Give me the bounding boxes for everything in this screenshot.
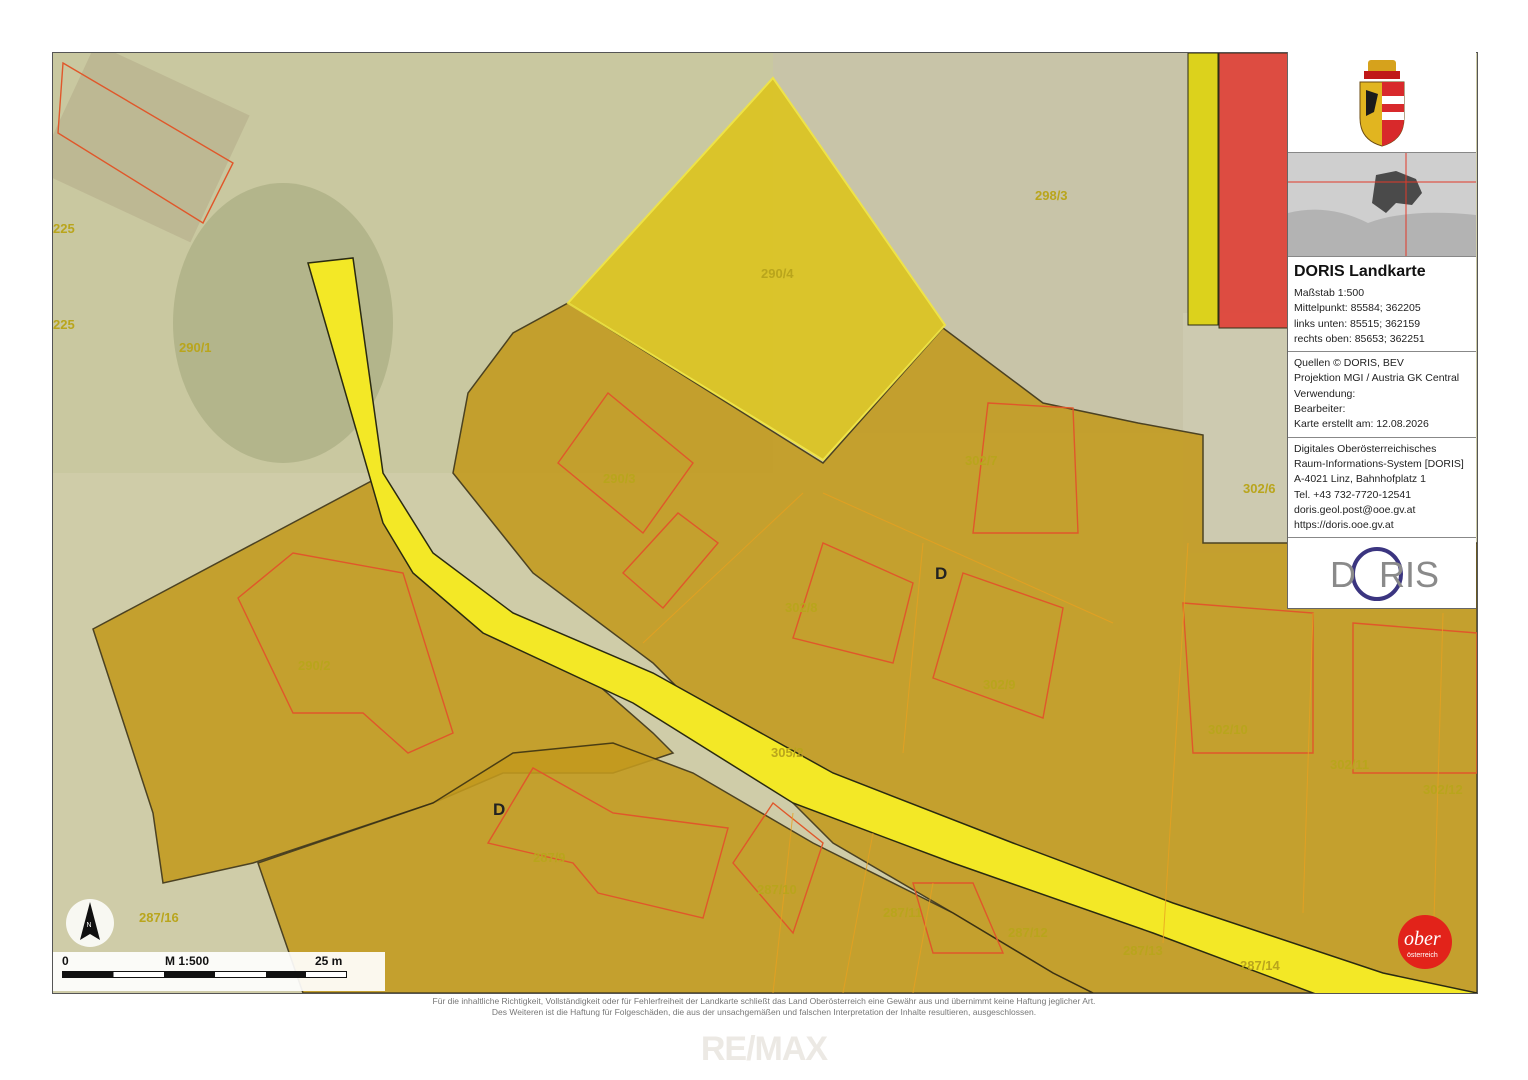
- disclaimer-line-2: Des Weiteren ist die Haftung für Folgesc…: [491, 1007, 1037, 1017]
- parcel-label: 302/10: [1208, 722, 1248, 737]
- parcel-label: 302/9: [983, 677, 1016, 692]
- bottom-left-info: links unten: 85515; 362159: [1294, 317, 1421, 330]
- parcel-label: 290/3: [603, 471, 636, 486]
- crest-section: [1288, 52, 1476, 153]
- sources-info: Quellen © DORIS, BEV: [1294, 357, 1404, 370]
- top-right-info: rechts oben: 85653; 362251: [1294, 332, 1425, 345]
- parcel-label: 225: [53, 221, 75, 236]
- usage-info: Verwendung:: [1294, 387, 1356, 400]
- scale-info: Maßstab 1:500: [1294, 287, 1365, 299]
- map-title: DORIS Landkarte: [1294, 263, 1426, 280]
- parcel-label: 225: [53, 317, 75, 332]
- parcel-label: 302/11: [1330, 757, 1369, 772]
- doris-logo-ris: RIS: [1379, 554, 1439, 595]
- projection-info: Projektion MGI / Austria GK Central: [1294, 372, 1460, 385]
- address-line: A-4021 Linz, Bahnhofplatz 1: [1294, 473, 1426, 486]
- disclaimer: Für die inhaltliche Richtigkeit, Vollstä…: [0, 996, 1528, 1018]
- parcel-label: 302/8: [785, 600, 818, 615]
- parcel-label: 302/12: [1423, 782, 1463, 797]
- parcel-label: 290/1: [179, 340, 212, 355]
- parcel-label: 287/12: [1008, 925, 1048, 940]
- doris-logo-d: D: [1330, 554, 1356, 595]
- parcel-label: 298/3: [1035, 188, 1068, 203]
- scale-ratio: M 1:500: [165, 954, 210, 968]
- parcel-label: 302/7: [965, 453, 998, 468]
- zone-d-label: D: [935, 564, 947, 583]
- scale-start: 0: [62, 954, 69, 968]
- center-info: Mittelpunkt: 85584; 362205: [1294, 302, 1421, 315]
- coat-of-arms-icon: [1359, 60, 1405, 147]
- map-frame[interactable]: 298/3 290/4 290/1 290/3 290/2 302/7 302/…: [52, 52, 1478, 994]
- scale-ruler: [62, 971, 347, 978]
- overview-map: [1288, 153, 1476, 257]
- yellow-strip: [1187, 53, 1219, 326]
- scale-bar: 0 M 1:500 25 m: [53, 952, 385, 991]
- parcel-label: 287/10: [757, 882, 797, 897]
- org-line-2: Raum-Informations-System [DORIS]: [1294, 457, 1464, 470]
- map-meta-section: DORIS Landkarte Maßstab 1:500 Mittelpunk…: [1288, 257, 1476, 353]
- created-info: Karte erstellt am: 12.08.2026: [1294, 418, 1429, 431]
- parcel-label: 287/11: [883, 905, 922, 920]
- ober-logo-line1: ober: [1404, 928, 1441, 950]
- parcel-label: 290/4: [761, 266, 794, 281]
- parcel-label: 287/13: [1123, 943, 1163, 958]
- info-panel: DORIS Landkarte Maßstab 1:500 Mittelpunk…: [1287, 52, 1476, 609]
- map-canvas[interactable]: 298/3 290/4 290/1 290/3 290/2 302/7 302/…: [53, 53, 1477, 993]
- north-arrow-icon: N: [66, 899, 114, 947]
- org-line-1: Digitales Oberösterreichisches: [1294, 442, 1437, 455]
- parcel-label: 287/16: [139, 910, 179, 925]
- phone-line: Tel. +43 732-7720-12541: [1294, 488, 1412, 501]
- doris-logo: D RIS: [1288, 538, 1476, 608]
- overview-map-graphic: [1288, 153, 1476, 256]
- disclaimer-line-1: Für die inhaltliche Richtigkeit, Vollstä…: [432, 996, 1096, 1006]
- ober-oesterreich-logo: ober österreich: [1398, 915, 1452, 969]
- parcel-label: 305/2: [771, 745, 804, 760]
- email-link[interactable]: doris.geol.post@ooe.gv.at: [1294, 503, 1470, 518]
- north-label: N: [87, 922, 92, 929]
- parcel-label: 287/14: [1240, 958, 1281, 973]
- source-section: Quellen © DORIS, BEV Projektion MGI / Au…: [1288, 352, 1476, 438]
- red-zone: [1218, 53, 1290, 329]
- address-section: Digitales Oberösterreichisches Raum-Info…: [1288, 438, 1476, 539]
- scale-end: 25 m: [315, 954, 343, 968]
- website-link[interactable]: https://doris.ooe.gv.at: [1294, 518, 1470, 533]
- doris-logo-graphic: D RIS: [1330, 547, 1439, 602]
- parcel-label: 287/9: [533, 850, 566, 865]
- editor-info: Bearbeiter:: [1294, 403, 1346, 416]
- zone-d-label: D: [493, 800, 505, 819]
- parcel-label: 290/2: [298, 658, 331, 673]
- ober-logo-line2: österreich: [1407, 952, 1438, 959]
- watermark: RE/MAX: [700, 1030, 828, 1068]
- parcel-label: 302/6: [1243, 481, 1276, 496]
